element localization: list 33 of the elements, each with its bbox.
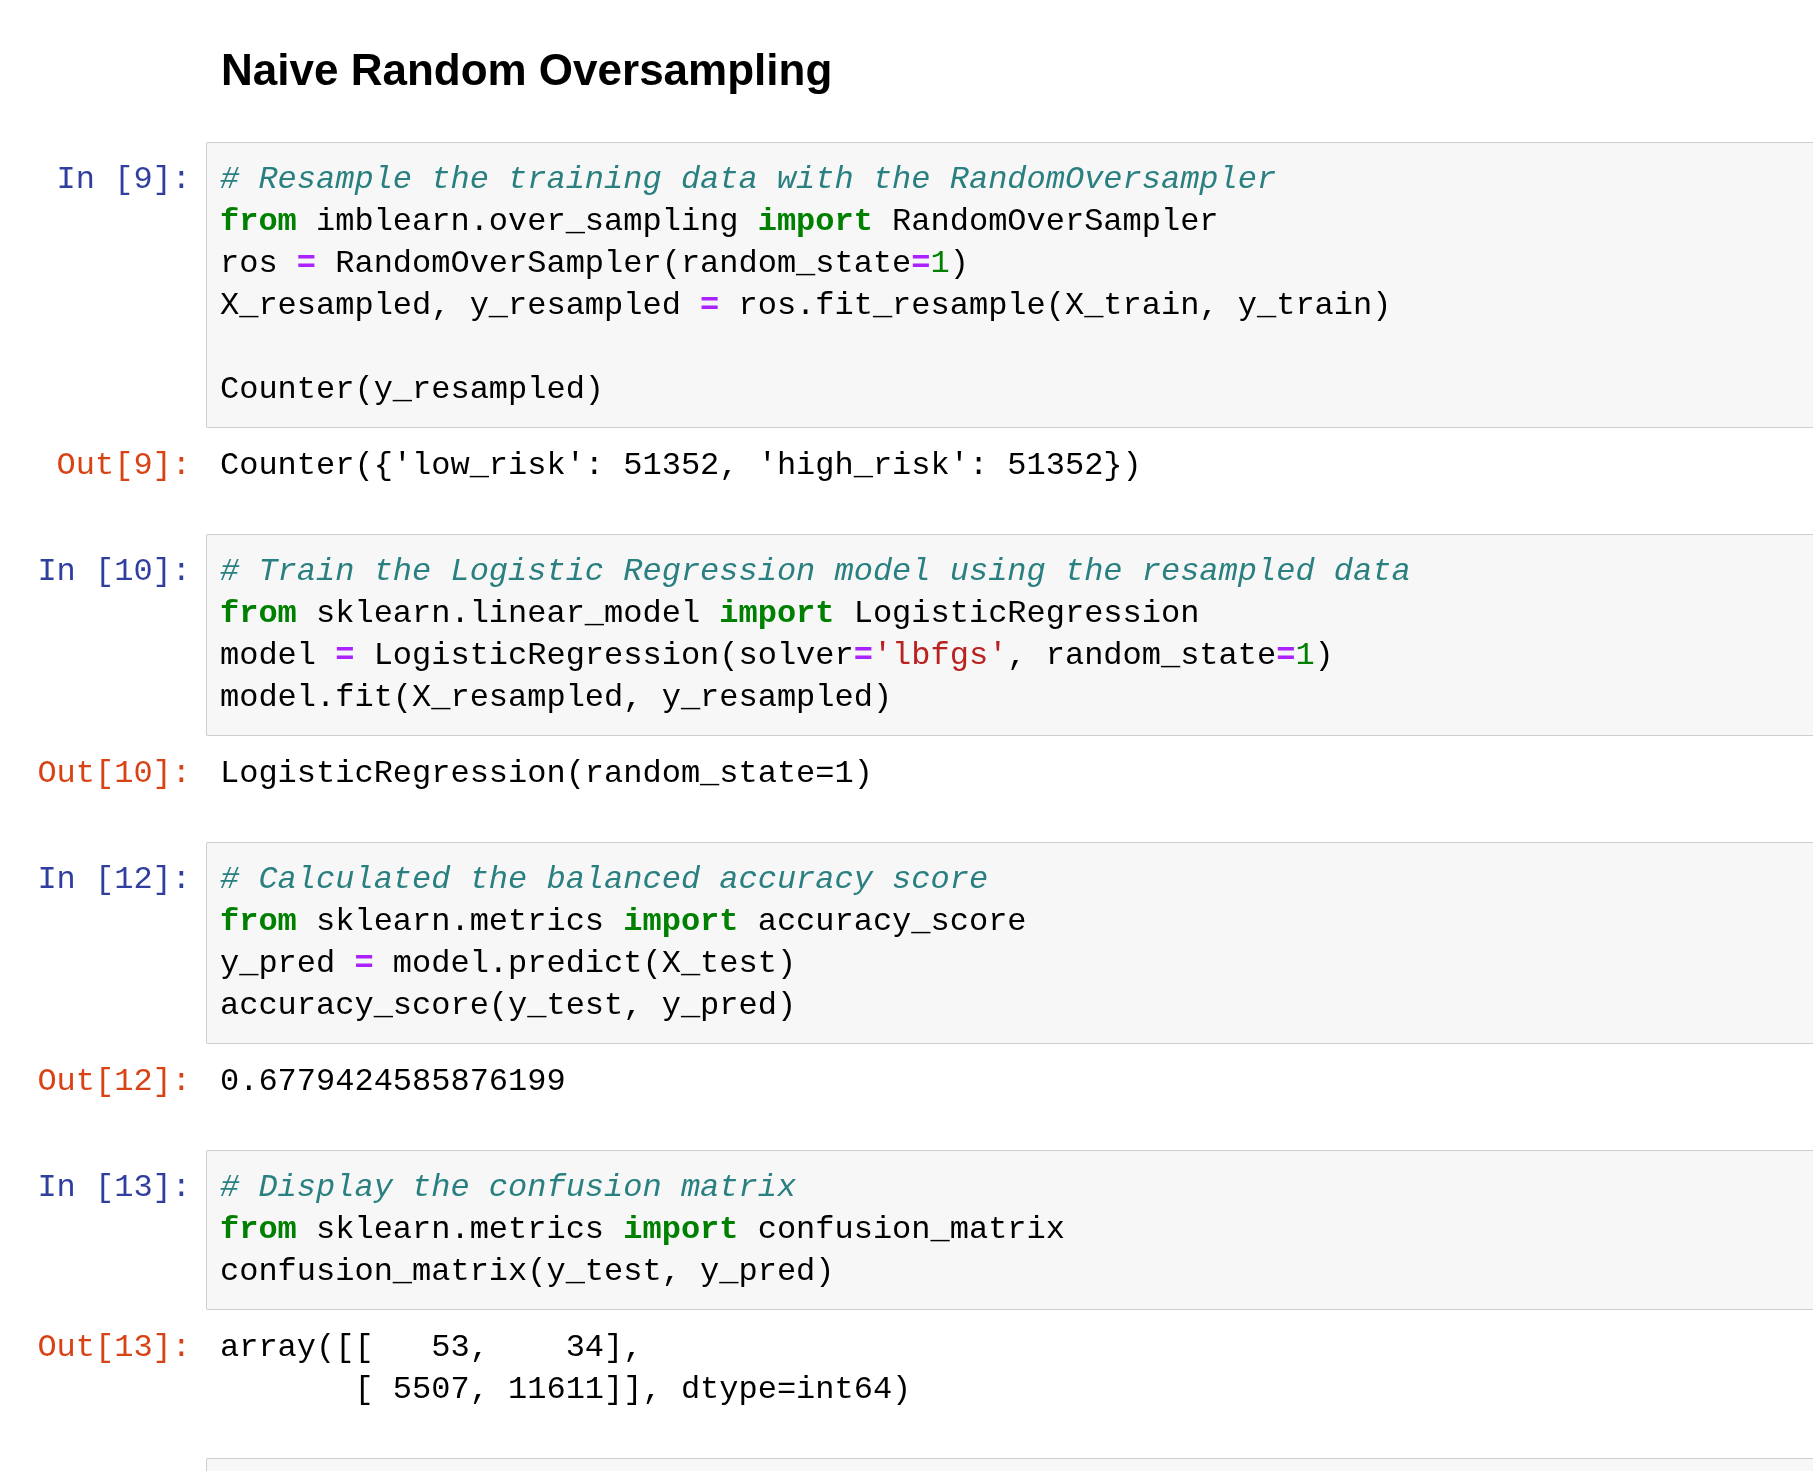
code-line: # Resample the training data with the RandomOversampler xyxy=(220,160,1277,200)
code-line: # Display the confusion matrix xyxy=(220,1168,797,1208)
code-editor[interactable]: # Display the confusion matrix from sklearn.metrics import confusion_matrix confusion_matrix(y_test, y_pred) xyxy=(206,1150,1813,1310)
code-line: model.fit(X_resampled, y_resampled) xyxy=(220,678,893,718)
input-prompt: In [12]: xyxy=(37,861,191,898)
code-line: X_resampled, y_resampled = ros.fit_resample(X_train, y_train) xyxy=(220,286,1392,326)
code-line: confusion_matrix(y_test, y_pred) xyxy=(220,1252,835,1292)
code-editor[interactable]: # Calculated the balanced accuracy score from sklearn.metrics import accuracy_score y_pred = model.predict(X_test) accuracy_score(y_test, y_pred) xyxy=(206,842,1813,1044)
output-prompt: Out[12]: xyxy=(37,1063,191,1100)
input-prompt: In [10]: xyxy=(37,553,191,590)
section-heading: Naive Random Oversampling xyxy=(221,44,833,95)
code-line: accuracy_score(y_test, y_pred) xyxy=(220,986,797,1026)
output-text: Counter({'low_risk': 51352, 'high_risk': 51352}) xyxy=(220,446,1142,486)
input-prompt: In [13]: xyxy=(37,1169,191,1206)
code-line: model = LogisticRegression(solver='lbfgs', random_state=1) xyxy=(220,636,1334,676)
code-line: from sklearn.linear_model import LogisticRegression xyxy=(220,594,1200,634)
code-line: from sklearn.metrics import confusion_matrix xyxy=(220,1210,1065,1250)
code-line: y_pred = model.predict(X_test) xyxy=(220,944,797,984)
output-prompt: Out[13]: xyxy=(37,1329,191,1366)
code-line: Counter(y_resampled) xyxy=(220,370,605,410)
output-text: LogisticRegression(random_state=1) xyxy=(220,754,873,794)
code-editor[interactable] xyxy=(206,142,1813,428)
code-line: from imblearn.over_sampling import RandomOverSampler xyxy=(220,202,1219,242)
output-text: 0.6779424585876199 xyxy=(220,1062,566,1102)
code-line: ros = RandomOverSampler(random_state=1) xyxy=(220,244,969,284)
code-line: # Train the Logistic Regression model using the resampled data xyxy=(220,552,1411,592)
input-prompt: In [9]: xyxy=(56,161,191,198)
code-line: from sklearn.metrics import accuracy_score xyxy=(220,902,1027,942)
output-prompt: Out[10]: xyxy=(37,755,191,792)
output-text: array([[ 53, 34], [ 5507, 11611]], dtype=int64) xyxy=(220,1328,912,1410)
code-line: # Calculated the balanced accuracy score xyxy=(220,860,989,900)
output-prompt: Out[9]: xyxy=(56,447,191,484)
code-editor[interactable] xyxy=(206,534,1813,736)
